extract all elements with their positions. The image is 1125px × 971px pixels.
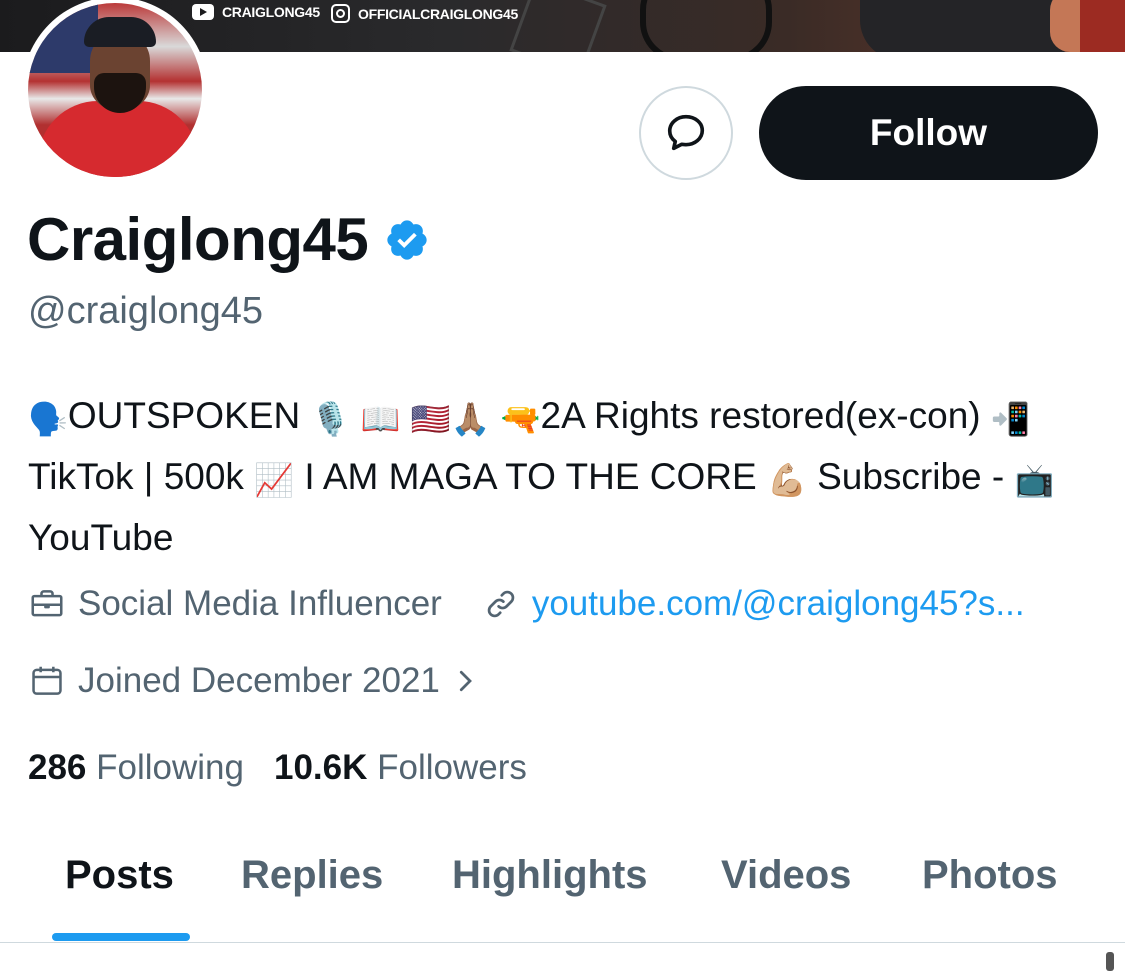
banner-youtube-handle: CRAIGLONG45 bbox=[222, 4, 320, 20]
bio-emoji: 📺 bbox=[1014, 462, 1055, 498]
banner-red-area bbox=[1080, 0, 1125, 52]
profile-link[interactable]: youtube.com/@craiglong45?s... bbox=[532, 584, 1025, 624]
bio-emoji: 💪🏼 bbox=[766, 462, 807, 498]
bio-emoji: 📈 bbox=[254, 462, 295, 498]
following-count: 286 bbox=[28, 748, 87, 787]
user-handle: @craiglong45 bbox=[28, 290, 264, 332]
joined-row[interactable]: Joined December 2021 bbox=[28, 661, 492, 701]
banner-microphone bbox=[640, 0, 772, 52]
banner-person bbox=[860, 0, 1080, 52]
bio-text: I AM MAGA TO THE CORE bbox=[294, 456, 767, 497]
following-label: Following bbox=[96, 748, 244, 787]
bio-emoji: 🔫 bbox=[500, 401, 541, 437]
bio-text bbox=[350, 395, 360, 436]
followers-count: 10.6K bbox=[274, 748, 368, 787]
joined-date: Joined December 2021 bbox=[78, 661, 440, 700]
banner-instagram-handle: OFFICIALCRAIGLONG45 bbox=[358, 5, 518, 22]
display-name: Craiglong45 bbox=[27, 206, 369, 273]
message-button[interactable] bbox=[639, 86, 733, 180]
profile-category: Social Media Influencer bbox=[78, 584, 442, 623]
link-icon bbox=[487, 590, 515, 618]
bio-text: TikTok | 500k bbox=[28, 456, 255, 497]
bio-text: 2A Rights restored(ex-con) bbox=[540, 395, 991, 436]
display-name-row: Craiglong45 bbox=[27, 205, 430, 274]
bio-emoji: 🇺🇸 bbox=[410, 401, 451, 437]
tabs-divider bbox=[0, 942, 1125, 943]
bio-emoji: 🎙️ bbox=[310, 401, 351, 437]
bio-emoji: 🗣️ bbox=[28, 401, 68, 437]
instagram-icon bbox=[331, 4, 350, 23]
briefcase-icon bbox=[31, 590, 63, 617]
follow-stats: 286 Following 10.6K Followers bbox=[28, 748, 527, 788]
bio-emoji: 📖 bbox=[360, 401, 401, 437]
tab-replies[interactable]: Replies bbox=[241, 853, 383, 898]
avatar[interactable] bbox=[22, 0, 208, 183]
message-bubble-icon bbox=[667, 114, 705, 151]
profile-meta-row: Social Media Influencer youtube.com/@cra… bbox=[28, 584, 1025, 624]
tab-photos[interactable]: Photos bbox=[922, 853, 1058, 898]
bio-emoji: 🙏🏽 bbox=[450, 401, 491, 437]
tab-highlights[interactable]: Highlights bbox=[452, 853, 648, 898]
banner-instagram: OFFICIALCRAIGLONG45 bbox=[331, 4, 518, 23]
followers-label: Followers bbox=[377, 748, 527, 787]
active-tab-indicator bbox=[52, 933, 190, 941]
profile-bio: 🗣️OUTSPOKEN 🎙️ 📖 🇺🇸🙏🏽 🔫2A Rights restore… bbox=[28, 387, 1108, 566]
bio-text: OUTSPOKEN bbox=[67, 395, 311, 436]
tab-posts[interactable]: Posts bbox=[65, 853, 174, 898]
following-link[interactable]: 286 Following bbox=[28, 748, 244, 788]
banner-decor bbox=[509, 0, 607, 52]
bio-text bbox=[400, 395, 410, 436]
bio-text: Subscribe - bbox=[806, 456, 1015, 497]
bio-emoji: 📲 bbox=[990, 401, 1031, 437]
tab-videos[interactable]: Videos bbox=[721, 853, 851, 898]
youtube-icon bbox=[192, 4, 214, 20]
chevron-right-icon bbox=[459, 670, 472, 692]
profile-tabs: Posts Replies Highlights Videos Photos bbox=[0, 845, 1125, 943]
followers-link[interactable]: 10.6K Followers bbox=[274, 748, 527, 788]
calendar-icon bbox=[32, 666, 62, 695]
verified-badge-icon[interactable] bbox=[384, 217, 430, 263]
profile-link-wrap[interactable]: youtube.com/@craiglong45?s... bbox=[482, 584, 1025, 624]
bio-text: YouTube bbox=[28, 517, 174, 558]
bio-text bbox=[490, 395, 500, 436]
scroll-indicator[interactable] bbox=[1106, 952, 1114, 971]
banner-youtube: CRAIGLONG45 bbox=[192, 4, 320, 20]
follow-button[interactable]: Follow bbox=[759, 86, 1098, 180]
avatar-image bbox=[28, 3, 202, 177]
